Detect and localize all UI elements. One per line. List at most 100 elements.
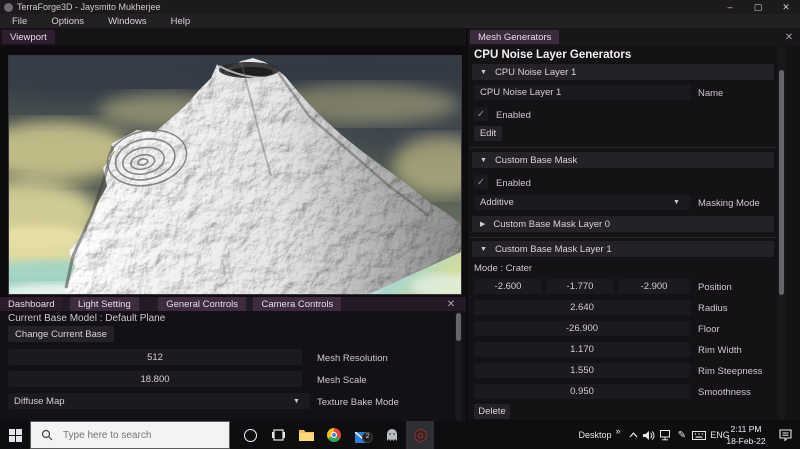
menu-help[interactable]: Help <box>159 16 203 27</box>
tab-general-controls[interactable]: General Controls <box>158 297 247 311</box>
keyboard-icon <box>692 430 706 440</box>
menu-file[interactable]: File <box>0 16 39 27</box>
radius-input[interactable]: 2.640 <box>474 300 690 315</box>
pen-button[interactable]: ✎ <box>674 421 690 449</box>
clock[interactable]: 2:11 PM 18-Feb-22 <box>720 423 772 447</box>
header-mask-layer-1[interactable]: ▼ Custom Base Mask Layer 1 <box>472 241 774 257</box>
maximize-button[interactable]: ▢ <box>744 0 772 14</box>
app-button-gray[interactable] <box>378 421 406 449</box>
mail-badge: 2 <box>362 431 373 443</box>
network-button[interactable] <box>658 421 674 449</box>
menu-options[interactable]: Options <box>39 16 96 27</box>
name-label: Name <box>698 88 724 99</box>
tray-expand-button[interactable] <box>626 421 640 449</box>
cortana-button[interactable] <box>236 421 264 449</box>
network-icon <box>660 429 670 440</box>
mesh-panel-close-icon[interactable]: ✕ <box>782 30 796 44</box>
expand-icon: ▶ <box>480 221 486 228</box>
pen-icon: ✎ <box>677 429 687 441</box>
texture-bake-mode-label: Texture Bake Mode <box>317 397 399 408</box>
enabled-checkbox[interactable]: ✓ <box>474 107 488 121</box>
mail-button[interactable]: 2 <box>348 421 376 449</box>
rim-width-input[interactable]: 1.170 <box>474 342 690 357</box>
tab-viewport[interactable]: Viewport <box>2 30 55 44</box>
minimize-button[interactable]: – <box>716 0 744 14</box>
volume-button[interactable] <box>641 421 657 449</box>
radius-label: Radius <box>698 303 728 314</box>
header-label: Custom Base Mask Layer 1 <box>494 243 612 255</box>
close-button[interactable]: ✕ <box>772 0 800 14</box>
mesh-panel-scrollbar[interactable] <box>778 46 785 420</box>
position-z-input[interactable]: -2.900 <box>618 279 690 294</box>
desktop-label: Desktop <box>578 430 612 440</box>
position-label: Position <box>698 282 732 293</box>
tab-light-setting[interactable]: Light Setting <box>69 297 139 311</box>
task-view-icon <box>271 429 285 441</box>
separator <box>470 237 776 238</box>
texture-bake-mode-value: Diffuse Map <box>14 395 65 407</box>
chevron-down-icon: ▼ <box>673 199 680 206</box>
search-input[interactable] <box>61 428 215 442</box>
scrollbar-thumb[interactable] <box>456 313 461 341</box>
header-mask-layer-0[interactable]: ▶ Custom Base Mask Layer 0 <box>472 216 774 232</box>
collapse-icon: ▼ <box>480 156 487 164</box>
action-center-button[interactable] <box>774 421 796 449</box>
smoothness-input[interactable]: 0.950 <box>474 384 690 399</box>
name-input[interactable]: CPU Noise Layer 1 <box>474 85 690 100</box>
menu-bar: File Options Windows Help <box>0 14 800 28</box>
header-cpu-noise-layer-1[interactable]: ▼ CPU Noise Layer 1 <box>472 64 774 80</box>
header-label: CPU Noise Layer 1 <box>494 66 577 78</box>
date-text: 18-Feb-22 <box>726 436 766 446</box>
taskbar-search[interactable] <box>30 421 230 449</box>
viewport-canvas[interactable] <box>0 36 519 301</box>
delete-button[interactable]: Delete <box>474 404 510 419</box>
chevron-up-icon <box>629 432 637 438</box>
tab-mesh-generators[interactable]: Mesh Generators <box>470 30 560 44</box>
windows-logo-icon <box>8 428 22 442</box>
mesh-resolution-input[interactable]: 512 <box>8 349 302 365</box>
start-button[interactable] <box>0 421 30 449</box>
chrome-icon <box>327 428 341 442</box>
mask-enabled-checkbox[interactable]: ✓ <box>474 175 488 189</box>
masking-mode-value: Additive <box>480 197 514 208</box>
rim-steepness-input[interactable]: 1.550 <box>474 363 690 378</box>
dashboard-panel-close-icon[interactable]: ✕ <box>444 297 458 311</box>
header-custom-base-mask[interactable]: ▼ Custom Base Mask <box>472 152 774 168</box>
viewport-tabstrip: Viewport <box>0 28 466 46</box>
menu-windows[interactable]: Windows <box>96 16 159 27</box>
mesh-scale-input[interactable]: 18.800 <box>8 371 302 387</box>
mode-text: Mode : Crater <box>474 263 533 274</box>
scrollbar-thumb[interactable] <box>779 70 784 295</box>
cortana-icon <box>243 428 257 442</box>
enabled-label: Enabled <box>496 110 531 121</box>
tab-camera-controls[interactable]: Camera Controls <box>253 297 342 311</box>
dashboard-scrollbar[interactable] <box>455 311 462 421</box>
position-y-input[interactable]: -1.770 <box>546 279 614 294</box>
task-view-button[interactable] <box>264 421 292 449</box>
terraforge-taskbar-button[interactable] <box>406 421 434 449</box>
search-icon <box>41 429 53 441</box>
edit-button[interactable]: Edit <box>474 126 502 141</box>
window-title: TerraForge3D - Jaysmito Mukherjee <box>17 2 161 12</box>
masking-mode-dropdown[interactable]: Additive <box>474 195 690 210</box>
dashboard-panel: Dashboard Light Setting General Controls… <box>0 297 466 421</box>
taskbar: 2 Desktop » <box>0 421 800 449</box>
tab-dashboard[interactable]: Dashboard <box>0 297 63 311</box>
change-base-button[interactable]: Change Current Base <box>8 326 114 342</box>
collapse-icon: ▼ <box>480 245 487 253</box>
keyboard-button[interactable] <box>690 421 708 449</box>
chrome-button[interactable] <box>320 421 348 449</box>
texture-bake-mode-dropdown[interactable]: Diffuse Map <box>8 393 310 409</box>
toolbar-overflow-icon[interactable]: » <box>612 417 624 445</box>
mask-enabled-label: Enabled <box>496 178 531 189</box>
desktop-toolbar[interactable]: Desktop <box>575 421 615 449</box>
check-icon: ✓ <box>476 176 486 188</box>
mesh-scale-label: Mesh Scale <box>317 375 367 386</box>
rim-steepness-label: Rim Steepness <box>698 366 763 377</box>
folder-icon <box>298 430 314 441</box>
file-explorer-button[interactable] <box>292 421 320 449</box>
collapse-icon: ▼ <box>480 68 487 76</box>
position-x-input[interactable]: -2.600 <box>474 279 542 294</box>
floor-input[interactable]: -26.900 <box>474 321 690 336</box>
mesh-generators-tabstrip: Mesh Generators ✕ <box>468 28 800 46</box>
